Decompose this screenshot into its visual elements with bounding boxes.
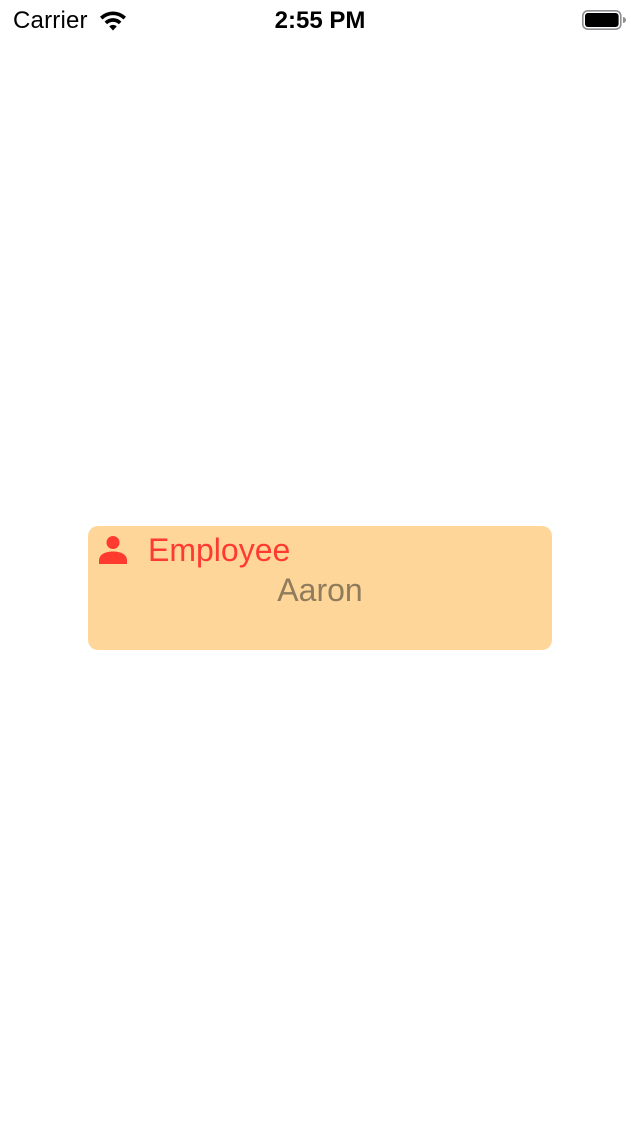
person-icon <box>99 536 127 564</box>
card-header: Employee <box>98 530 290 570</box>
status-time: 2:55 PM <box>274 7 366 34</box>
screen: Carrier 2:55 PM Employee Aaron <box>0 0 640 1136</box>
employee-name: Aaron <box>277 572 363 608</box>
employee-card: Employee Aaron <box>88 526 552 650</box>
battery-icon <box>582 10 626 30</box>
status-bar: Carrier 2:55 PM <box>0 0 640 40</box>
card-title: Employee <box>148 532 291 568</box>
